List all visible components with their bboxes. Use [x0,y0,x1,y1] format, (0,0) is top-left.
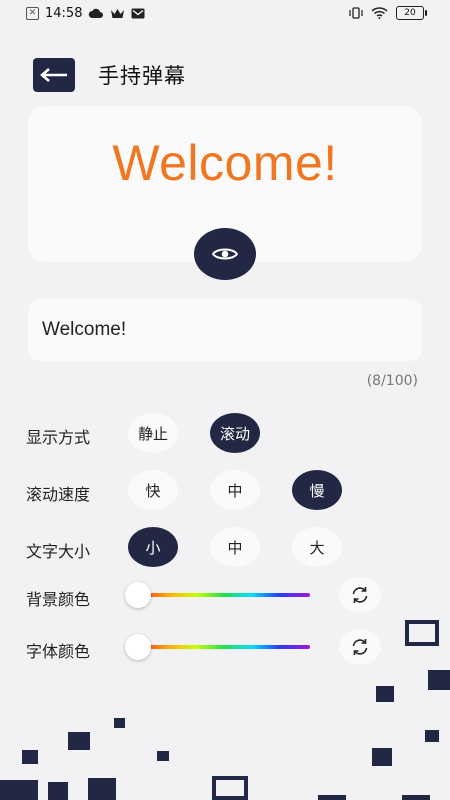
preview-text: Welcome! [112,135,338,191]
danmaku-text-input[interactable] [28,299,422,361]
wifi-icon [371,7,388,19]
battery-icon: 20 [396,6,427,20]
display-mode-static-option[interactable]: 静止 [128,413,178,453]
back-button[interactable] [33,58,75,92]
speed-medium-option[interactable]: 中 [210,470,260,510]
vibrate-icon [349,7,363,19]
background-color-slider-thumb[interactable] [125,582,151,608]
status-bar: ✕ 14:58 20 [0,0,450,30]
background-color-slider[interactable] [138,593,310,597]
text-size-label: 文字大小 [26,542,91,561]
char-count: (8/100) [366,373,418,389]
display-mode-label: 显示方式 [26,428,91,447]
text-input-container [28,299,422,361]
mail-icon [131,8,145,19]
size-large-option[interactable]: 大 [292,527,342,567]
refresh-icon [352,587,368,603]
back-arrow-icon [40,68,67,82]
background-color-label: 背景颜色 [26,590,91,609]
font-color-slider[interactable] [138,645,310,649]
page-title: 手持弹幕 [98,64,186,88]
font-color-label: 字体颜色 [26,642,91,661]
crown-icon [111,9,125,18]
status-time: 14:58 [45,6,83,21]
size-medium-option[interactable]: 中 [210,527,260,567]
cloud-icon [89,8,104,18]
speed-fast-option[interactable]: 快 [128,470,178,510]
eye-icon [212,248,238,260]
preview-fullscreen-button[interactable] [194,228,256,280]
font-color-reset-button[interactable] [339,629,381,665]
scroll-speed-label: 滚动速度 [26,485,91,504]
display-mode-scroll-option[interactable]: 滚动 [210,413,260,453]
size-small-option[interactable]: 小 [128,527,178,567]
refresh-icon [352,639,368,655]
battery-level: 20 [404,8,416,18]
speed-slow-option[interactable]: 慢 [292,470,342,510]
font-color-slider-thumb[interactable] [125,634,151,660]
background-color-reset-button[interactable] [339,577,381,613]
close-box-icon: ✕ [26,7,39,20]
